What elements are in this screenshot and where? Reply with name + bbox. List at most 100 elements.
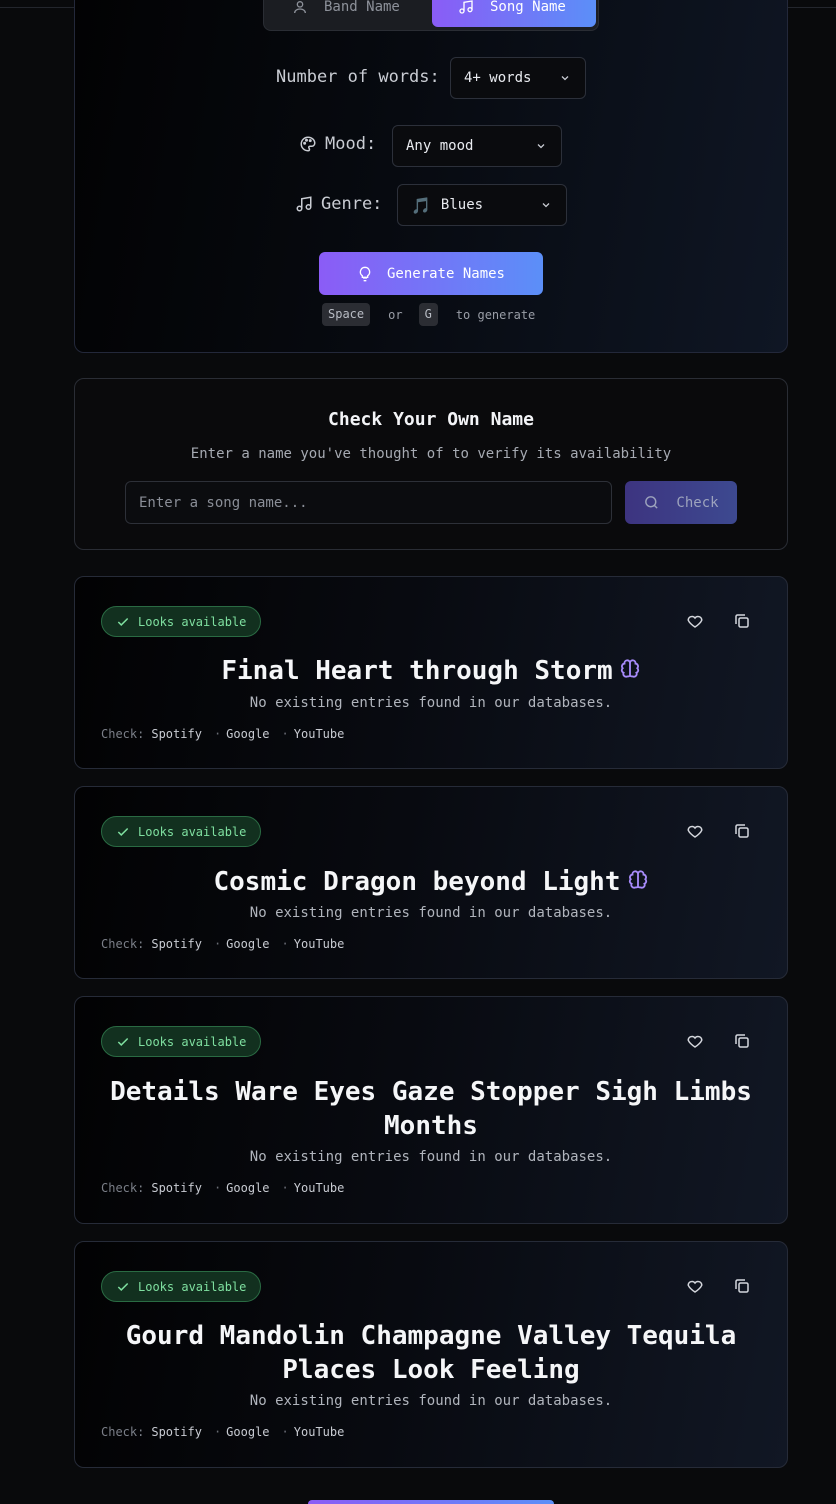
spotify-link[interactable]: Spotify — [151, 937, 202, 951]
copy-icon — [735, 1279, 749, 1293]
g-key: G — [418, 303, 438, 326]
check-links: Check: Spotify · Google · YouTube — [101, 1181, 344, 1195]
genre-label-text: Genre: — [321, 194, 383, 214]
link-separator: · — [281, 1425, 289, 1439]
result-card: Looks available Details Ware Eyes Gaze S… — [74, 996, 788, 1224]
favorite-button[interactable] — [686, 1277, 706, 1297]
user-icon — [294, 1, 306, 14]
genre-select-value: Blues — [440, 197, 484, 213]
google-link[interactable]: Google — [226, 1425, 269, 1439]
chevron-down-icon — [537, 144, 545, 149]
search-icon — [645, 496, 659, 509]
genre-label: Genre: — [295, 194, 382, 214]
favorite-button[interactable] — [686, 1032, 706, 1052]
music-note-icon — [459, 0, 473, 14]
check-links-label: Check: — [101, 727, 145, 741]
google-link[interactable]: Google — [226, 937, 269, 951]
copy-button[interactable] — [733, 612, 753, 632]
check-links: Check: Spotify · Google · YouTube — [101, 727, 344, 741]
check-button-label: Check — [676, 494, 719, 511]
copy-icon — [735, 614, 749, 628]
status-badge: Looks available — [101, 606, 261, 637]
genre-select[interactable]: 🎵 Blues — [397, 184, 567, 226]
mood-label: Mood: — [299, 134, 376, 154]
mood-select[interactable]: Any mood — [392, 125, 562, 167]
check-icon — [117, 827, 129, 836]
music-note-icon — [296, 196, 312, 212]
copy-button[interactable] — [733, 1277, 753, 1297]
words-select[interactable]: 4+ words — [450, 57, 586, 99]
result-card: Looks available Final Heart through Stor… — [74, 576, 788, 769]
spotify-link[interactable]: Spotify — [151, 727, 202, 741]
load-more-button[interactable] — [308, 1500, 554, 1504]
heart-icon — [687, 1035, 703, 1048]
song-name-text: Cosmic Dragon beyond Light — [213, 867, 621, 897]
favorite-button[interactable] — [686, 612, 706, 632]
mood-select-value: Any mood — [406, 138, 474, 154]
result-card: Looks available Gourd Mandolin Champagne… — [74, 1241, 788, 1468]
check-links-label: Check: — [101, 937, 145, 951]
heart-icon — [687, 615, 703, 628]
status-badge-label: Looks available — [138, 1279, 247, 1294]
genre-emoji: 🎵 — [411, 195, 431, 215]
availability-description: No existing entries found in our databas… — [249, 905, 613, 921]
check-subtitle: Enter a name you've thought of to verify… — [190, 446, 672, 462]
song-name-text: Final Heart through Storm — [221, 656, 613, 686]
mood-label-text: Mood: — [325, 134, 377, 154]
status-badge: Looks available — [101, 1271, 261, 1302]
google-link[interactable]: Google — [226, 727, 269, 741]
name-type-toggle: Band Name Song Name — [263, 0, 599, 31]
youtube-link[interactable]: YouTube — [294, 1181, 345, 1195]
song-name-option[interactable]: Song Name — [432, 0, 596, 27]
status-badge-label: Looks available — [138, 614, 247, 629]
status-badge-label: Looks available — [138, 824, 247, 839]
words-label-text: Number of words: — [276, 67, 440, 87]
words-label: Number of words: — [276, 67, 440, 87]
youtube-link[interactable]: YouTube — [294, 937, 345, 951]
band-name-option[interactable]: Band Name — [292, 0, 400, 27]
status-badge: Looks available — [101, 1026, 261, 1057]
song-name-title: Gourd Mandolin Champagne Valley Tequila … — [105, 1319, 757, 1387]
check-links: Check: Spotify · Google · YouTube — [101, 937, 344, 951]
favorite-button[interactable] — [686, 822, 706, 842]
song-name-label: Song Name — [490, 0, 566, 15]
check-icon — [117, 617, 129, 626]
band-name-label: Band Name — [324, 0, 400, 15]
brain-icon — [628, 870, 647, 889]
spotify-link[interactable]: Spotify — [151, 1181, 202, 1195]
spotify-link[interactable]: Spotify — [151, 1425, 202, 1439]
check-title: Check Your Own Name — [328, 409, 534, 430]
space-key: Space — [322, 303, 371, 326]
check-links-label: Check: — [101, 1425, 145, 1439]
hint-or: or — [388, 307, 403, 322]
song-name-input[interactable] — [125, 481, 612, 524]
google-link[interactable]: Google — [226, 1181, 269, 1195]
brain-icon — [620, 659, 639, 678]
copy-icon — [735, 824, 749, 838]
copy-button[interactable] — [733, 1032, 753, 1052]
check-links-label: Check: — [101, 1181, 145, 1195]
link-separator: · — [281, 1181, 289, 1195]
copy-button[interactable] — [733, 822, 753, 842]
link-separator: · — [281, 727, 289, 741]
copy-icon — [735, 1034, 749, 1048]
link-separator: · — [213, 1425, 222, 1439]
generator-card — [74, 0, 788, 353]
song-name-title: Final Heart through Storm — [105, 654, 757, 688]
generate-names-label: Generate Names — [386, 265, 505, 282]
status-badge-label: Looks available — [138, 1034, 247, 1049]
youtube-link[interactable]: YouTube — [294, 1425, 345, 1439]
words-select-value: 4+ words — [464, 70, 532, 86]
keyboard-hint: Space or G to generate — [322, 303, 535, 326]
generate-names-button[interactable]: Generate Names — [319, 252, 543, 295]
check-button[interactable]: Check — [625, 481, 737, 524]
check-icon — [117, 1282, 129, 1291]
availability-description: No existing entries found in our databas… — [249, 1149, 613, 1165]
palette-icon — [300, 136, 316, 152]
status-badge: Looks available — [101, 816, 261, 847]
song-name-text: Gourd Mandolin Champagne Valley Tequila … — [125, 1321, 737, 1385]
link-separator: · — [213, 937, 222, 951]
check-icon — [117, 1037, 129, 1046]
youtube-link[interactable]: YouTube — [294, 727, 345, 741]
availability-description: No existing entries found in our databas… — [249, 1393, 613, 1409]
